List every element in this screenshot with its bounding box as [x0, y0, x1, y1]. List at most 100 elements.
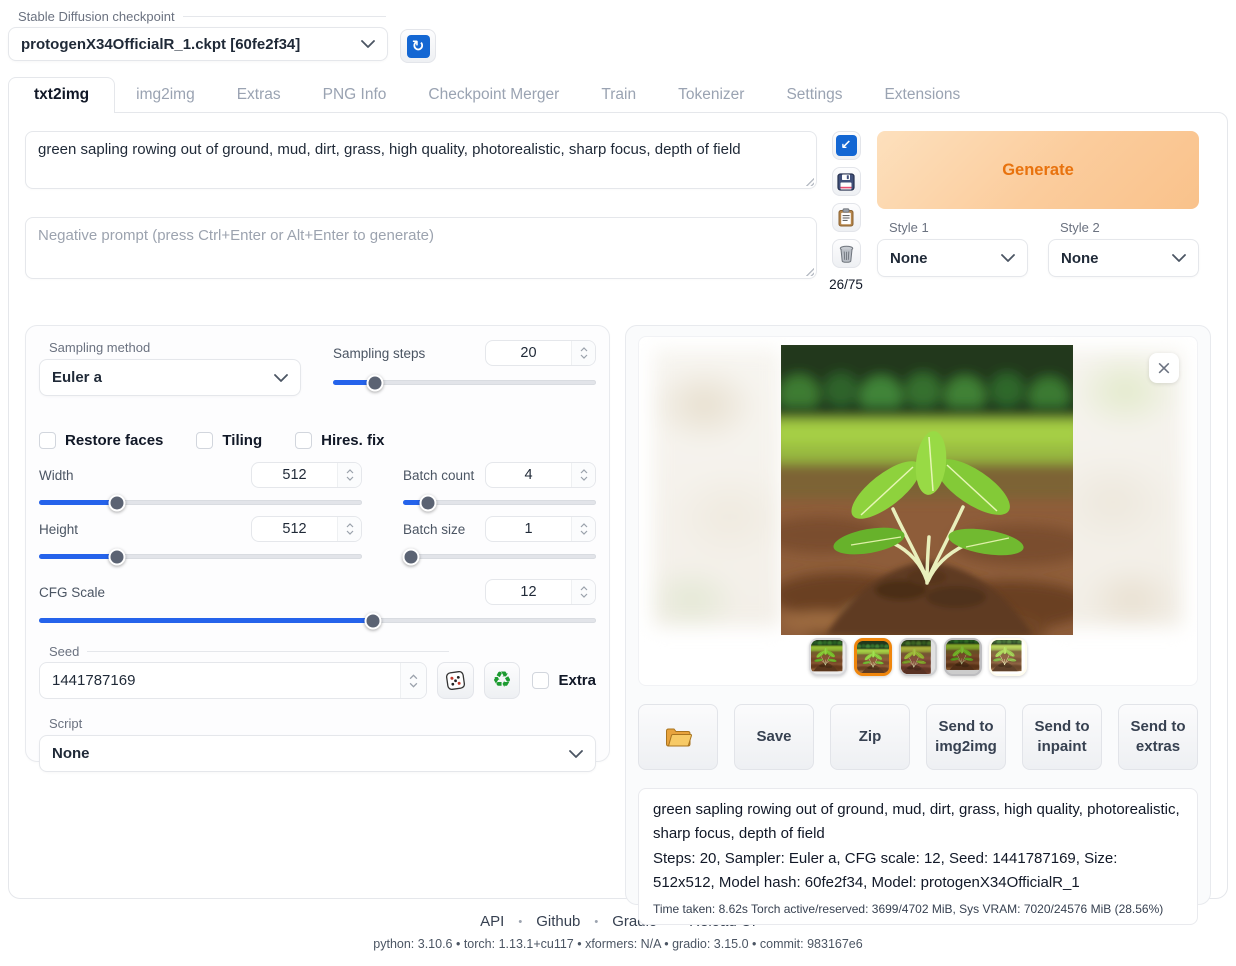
checkpoint-dropdown-group: Stable Diffusion checkpoint protogenX34O… — [8, 9, 388, 61]
spinner-arrows-icon[interactable] — [571, 463, 595, 487]
seed-input[interactable]: 1441787169 — [39, 662, 427, 699]
clear-prompt-button[interactable] — [832, 239, 861, 268]
trash-icon — [838, 245, 855, 263]
tab-checkpoint-merger[interactable]: Checkpoint Merger — [407, 78, 580, 112]
height-input[interactable]: 512 — [251, 516, 362, 542]
paste-generation-params-button[interactable]: ↙ — [832, 131, 861, 160]
cfg-scale-slider[interactable] — [39, 618, 596, 623]
style2-select[interactable]: None — [1048, 239, 1199, 277]
tab-png-info[interactable]: PNG Info — [302, 78, 408, 112]
checkbox-icon — [39, 432, 56, 449]
apply-style-button[interactable] — [832, 203, 861, 232]
chevron-down-icon — [274, 374, 288, 382]
style2-group: Style 2 None — [1048, 220, 1199, 277]
height-slider[interactable] — [39, 554, 362, 559]
reuse-seed-button[interactable]: ♻ — [484, 662, 521, 699]
open-folder-button[interactable] — [638, 704, 718, 770]
save-style-button[interactable] — [832, 167, 861, 196]
restore-faces-checkbox[interactable]: Restore faces — [39, 432, 163, 449]
style1-select[interactable]: None — [877, 239, 1028, 277]
generation-info-box: green sapling rowing out of ground, mud,… — [638, 788, 1198, 925]
info-time-text: Time taken: 8.62s Torch active/reserved:… — [653, 902, 1183, 916]
send-to-inpaint-button[interactable]: Send to inpaint — [1022, 704, 1102, 770]
send-to-extras-button[interactable]: Send to extras — [1118, 704, 1198, 770]
sampling-steps-input[interactable]: 20 — [485, 340, 596, 366]
label-divider — [87, 651, 449, 652]
image-gallery: × — [638, 336, 1198, 686]
gallery-thumbnail-5[interactable] — [989, 638, 1027, 676]
batch-count-input[interactable]: 4 — [485, 462, 596, 488]
dimensions-column: Width 512 — [39, 461, 362, 569]
gallery-blur-left — [653, 349, 781, 627]
tab-img2img[interactable]: img2img — [115, 78, 216, 112]
negative-prompt-input[interactable] — [25, 217, 817, 279]
tab-extras[interactable]: Extras — [216, 78, 302, 112]
style1-label: Style 1 — [889, 220, 1028, 235]
app-root: Stable Diffusion checkpoint protogenX34O… — [0, 0, 1236, 966]
generated-image[interactable] — [781, 345, 1073, 635]
spinner-arrows-icon[interactable] — [337, 463, 361, 487]
chevron-down-icon — [1001, 254, 1015, 262]
recycle-icon: ♻ — [492, 670, 512, 692]
script-select[interactable]: None — [39, 735, 596, 772]
generate-button[interactable]: Generate — [877, 131, 1199, 209]
separator-dot: • — [518, 916, 522, 928]
label-divider — [183, 16, 386, 17]
prompt-utility-column: ↙ — [831, 131, 861, 292]
script-label: Script — [49, 716, 596, 731]
gallery-thumbnail-4[interactable] — [944, 638, 982, 676]
spinner-arrows-icon[interactable] — [337, 517, 361, 541]
close-gallery-button[interactable]: × — [1149, 353, 1179, 383]
batch-size-label: Batch size — [403, 522, 465, 537]
tab-tokenizer[interactable]: Tokenizer — [657, 78, 765, 112]
spinner-arrows-icon[interactable] — [400, 663, 426, 698]
zip-button[interactable]: Zip — [830, 704, 910, 770]
checkbox-icon — [532, 672, 549, 689]
spinner-arrows-icon[interactable] — [571, 517, 595, 541]
width-slider[interactable] — [39, 500, 362, 505]
cfg-scale-group: CFG Scale 12 — [39, 578, 596, 623]
tab-txt2img[interactable]: txt2img — [8, 77, 115, 113]
batch-size-slider[interactable] — [403, 554, 596, 559]
gallery-thumbnail-2-selected[interactable] — [854, 638, 892, 676]
chevron-down-icon — [361, 40, 375, 48]
info-prompt-text: green sapling rowing out of ground, mud,… — [653, 798, 1183, 847]
spinner-arrows-icon[interactable] — [571, 341, 595, 365]
batch-count-slider[interactable] — [403, 500, 596, 505]
spinner-arrows-icon[interactable] — [571, 580, 595, 604]
tiling-checkbox[interactable]: Tiling — [196, 432, 262, 449]
sampling-method-select[interactable]: Euler a — [39, 359, 301, 396]
style2-label: Style 2 — [1060, 220, 1199, 235]
batch-count-label: Batch count — [403, 468, 474, 483]
checkpoint-label: Stable Diffusion checkpoint — [18, 9, 175, 24]
width-input[interactable]: 512 — [251, 462, 362, 488]
style1-group: Style 1 None — [877, 220, 1028, 277]
chevron-down-icon — [569, 750, 583, 758]
batch-size-input[interactable]: 1 — [485, 516, 596, 542]
save-button[interactable]: Save — [734, 704, 814, 770]
hires-fix-checkbox[interactable]: Hires. fix — [295, 432, 384, 449]
tab-train[interactable]: Train — [580, 78, 657, 112]
prompt-input[interactable]: green sapling rowing out of ground, mud,… — [25, 131, 817, 189]
checkpoint-select[interactable]: protogenX34OfficialR_1.ckpt [60fe2f34] — [8, 27, 388, 61]
gallery-thumbnail-3[interactable] — [899, 638, 937, 676]
gallery-thumbnail-1[interactable] — [809, 638, 847, 676]
extra-seed-checkbox[interactable]: Extra — [532, 672, 596, 689]
tab-settings[interactable]: Settings — [765, 78, 863, 112]
output-buttons-row: Save Zip Send to img2img Send to inpaint… — [638, 704, 1198, 770]
footer-link-api[interactable]: API — [480, 913, 504, 930]
refresh-checkpoint-button[interactable]: ↻ — [400, 29, 436, 63]
header: Stable Diffusion checkpoint protogenX34O… — [0, 0, 1236, 63]
tab-extensions[interactable]: Extensions — [863, 78, 981, 112]
footer-link-github[interactable]: Github — [536, 913, 580, 930]
folder-icon — [665, 727, 692, 748]
style2-value: None — [1061, 250, 1099, 267]
generate-column: Generate Style 1 None Style 2 None — [877, 131, 1199, 292]
send-to-img2img-button[interactable]: Send to img2img — [926, 704, 1006, 770]
random-seed-button[interactable] — [437, 662, 474, 699]
sampling-steps-slider[interactable] — [333, 380, 596, 385]
chevron-down-icon — [1172, 254, 1186, 262]
clipboard-icon — [838, 208, 854, 227]
seed-label: Seed — [49, 644, 79, 659]
cfg-scale-input[interactable]: 12 — [485, 579, 596, 605]
